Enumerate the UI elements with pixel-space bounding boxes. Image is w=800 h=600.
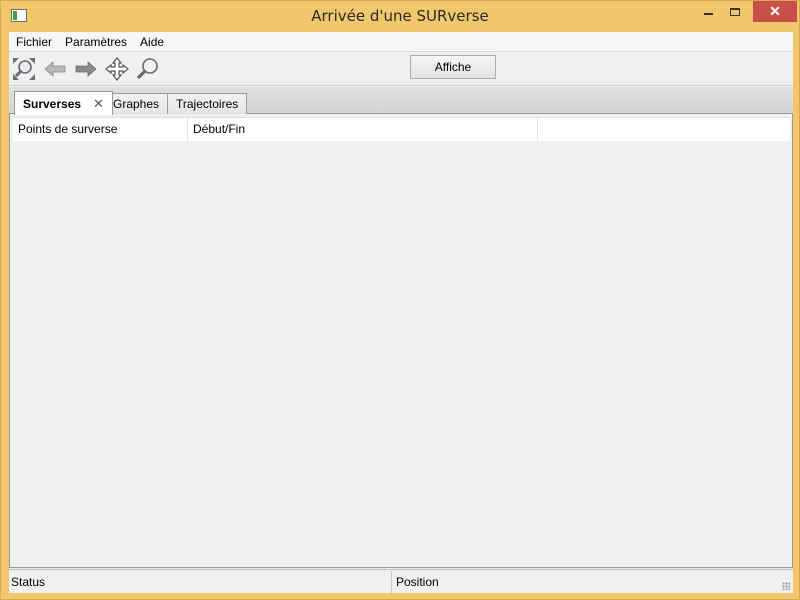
zoom-fit-button[interactable]	[11, 56, 37, 82]
zoom-fit-icon	[13, 58, 35, 80]
tab-label: Graphes	[113, 97, 160, 111]
back-button[interactable]	[42, 56, 68, 82]
column-header-empty[interactable]	[538, 118, 790, 141]
window-title: Arrivée d'une SURverse	[311, 7, 489, 25]
column-header-points[interactable]: Points de surverse	[13, 118, 188, 141]
tab-label: Trajectoires	[176, 97, 239, 111]
back-arrow-icon	[44, 61, 66, 77]
maximize-icon	[730, 7, 740, 16]
tab-bar: Surverses ✕ Graphes Trajectoires	[9, 87, 793, 115]
maximize-button[interactable]	[722, 1, 748, 22]
zoom-region-button[interactable]	[135, 56, 161, 82]
tab-content-panel: Points de surverse Début/Fin	[9, 114, 793, 568]
forward-arrow-icon	[75, 61, 97, 77]
status-bar: Status Position	[9, 569, 793, 593]
toolbar: Affiche	[9, 53, 793, 86]
resize-grip-icon[interactable]	[782, 582, 790, 590]
minimize-icon	[703, 12, 713, 15]
tab-trajectoires[interactable]: Trajectoires	[167, 93, 248, 114]
menu-aide[interactable]: Aide	[134, 32, 171, 52]
main-window: Arrivée d'une SURverse ✕ Fichier Paramèt…	[0, 0, 800, 600]
tab-surverses[interactable]: Surverses ✕	[14, 91, 113, 115]
status-text: Status	[9, 570, 392, 593]
tab-label: Surverses	[23, 96, 82, 111]
menu-bar: Fichier Paramètres Aide	[9, 32, 793, 52]
pan-button[interactable]	[104, 56, 130, 82]
menu-parametres[interactable]: Paramètres	[59, 32, 134, 52]
tab-close-icon[interactable]: ✕	[93, 96, 104, 112]
menu-fichier[interactable]: Fichier	[10, 32, 59, 52]
client-area: Fichier Paramètres Aide Affiche Surverse…	[9, 32, 793, 593]
tab-graphes[interactable]: Graphes	[104, 93, 169, 114]
pan-move-icon	[105, 57, 129, 81]
forward-button[interactable]	[73, 56, 99, 82]
affiche-button[interactable]: Affiche	[410, 55, 496, 79]
title-bar[interactable]: Arrivée d'une SURverse ✕	[1, 1, 799, 31]
zoom-region-icon	[136, 58, 158, 80]
close-icon: ✕	[769, 3, 781, 19]
minimize-button[interactable]	[695, 1, 721, 22]
table-header: Points de surverse Début/Fin	[13, 117, 790, 141]
column-header-debut-fin[interactable]: Début/Fin	[188, 118, 538, 141]
close-button[interactable]: ✕	[753, 1, 797, 22]
position-text: Position	[396, 574, 439, 589]
